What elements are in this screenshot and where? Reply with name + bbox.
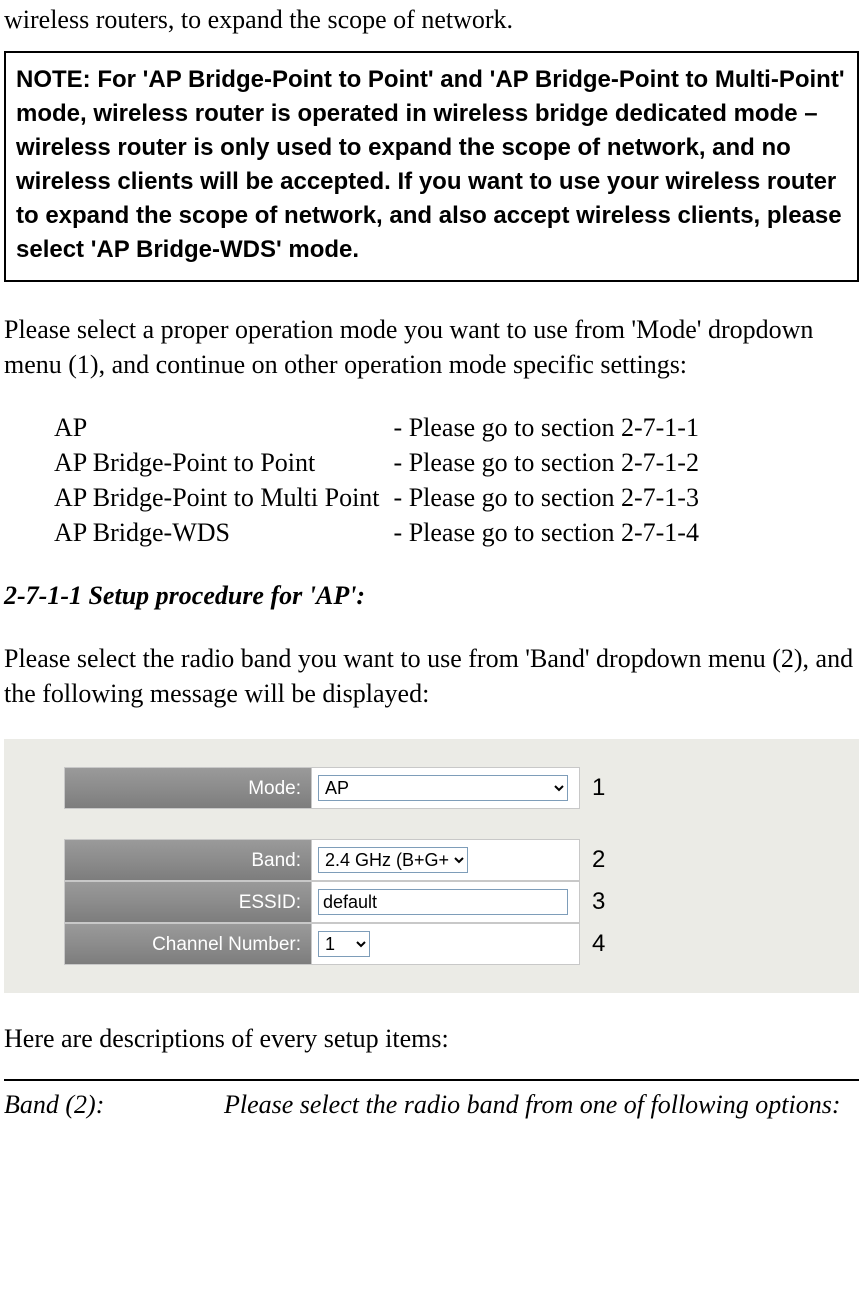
band-field-row: Band: 2.4 GHz (B+G+N) 2 bbox=[64, 839, 845, 881]
mode-reference: - Please go to section 2-7-1-1 bbox=[394, 410, 699, 445]
band-label: Band: bbox=[64, 839, 312, 881]
mode-field-row: Mode: AP 1 bbox=[64, 767, 845, 809]
description-body: Please select the radio band from one of… bbox=[224, 1087, 859, 1122]
essid-input[interactable] bbox=[318, 889, 568, 915]
essid-field-row: ESSID: 3 bbox=[64, 881, 845, 923]
channel-control-cell: 1 bbox=[312, 923, 580, 965]
callout-number: 3 bbox=[592, 881, 605, 923]
mode-reference: - Please go to section 2-7-1-4 bbox=[394, 515, 699, 550]
channel-field-row: Channel Number: 1 4 bbox=[64, 923, 845, 965]
channel-select[interactable]: 1 bbox=[318, 931, 370, 957]
mode-row: AP Bridge-Point to Point - Please go to … bbox=[54, 445, 699, 480]
channel-label: Channel Number: bbox=[64, 923, 312, 965]
mode-instruction: Please select a proper operation mode yo… bbox=[4, 312, 859, 382]
mode-name: AP Bridge-Point to Point bbox=[54, 445, 394, 480]
band-control-cell: 2.4 GHz (B+G+N) bbox=[312, 839, 580, 881]
description-row: Band (2): Please select the radio band f… bbox=[4, 1087, 859, 1122]
essid-label: ESSID: bbox=[64, 881, 312, 923]
mode-name: AP Bridge-WDS bbox=[54, 515, 394, 550]
mode-label: Mode: bbox=[64, 767, 312, 809]
callout-number: 4 bbox=[592, 923, 605, 965]
intro-text-fragment: wireless routers, to expand the scope of… bbox=[4, 2, 859, 37]
mode-reference: - Please go to section 2-7-1-3 bbox=[394, 480, 699, 515]
mode-name: AP Bridge-Point to Multi Point bbox=[54, 480, 394, 515]
mode-row: AP Bridge-Point to Multi Point - Please … bbox=[54, 480, 699, 515]
section-heading: 2-7-1-1 Setup procedure for 'AP': bbox=[4, 578, 859, 613]
mode-control-cell: AP bbox=[312, 767, 580, 809]
note-box: NOTE: For 'AP Bridge-Point to Point' and… bbox=[4, 51, 859, 281]
mode-reference: - Please go to section 2-7-1-2 bbox=[394, 445, 699, 480]
setup-instruction: Please select the radio band you want to… bbox=[4, 641, 859, 711]
config-screenshot: Mode: AP 1 Band: 2.4 GHz (B+G+N) 2 ESSID… bbox=[4, 739, 859, 993]
mode-select[interactable]: AP bbox=[318, 775, 568, 801]
spacer bbox=[64, 809, 845, 839]
mode-reference-list: AP - Please go to section 2-7-1-1 AP Bri… bbox=[54, 410, 699, 550]
essid-control-cell bbox=[312, 881, 580, 923]
callout-number: 2 bbox=[592, 839, 605, 881]
divider-line bbox=[4, 1079, 859, 1081]
description-label: Band (2): bbox=[4, 1087, 224, 1122]
mode-row: AP - Please go to section 2-7-1-1 bbox=[54, 410, 699, 445]
descriptions-intro: Here are descriptions of every setup ite… bbox=[4, 1021, 859, 1056]
mode-name: AP bbox=[54, 410, 394, 445]
band-select[interactable]: 2.4 GHz (B+G+N) bbox=[318, 847, 468, 873]
mode-row: AP Bridge-WDS - Please go to section 2-7… bbox=[54, 515, 699, 550]
callout-number: 1 bbox=[592, 767, 605, 809]
